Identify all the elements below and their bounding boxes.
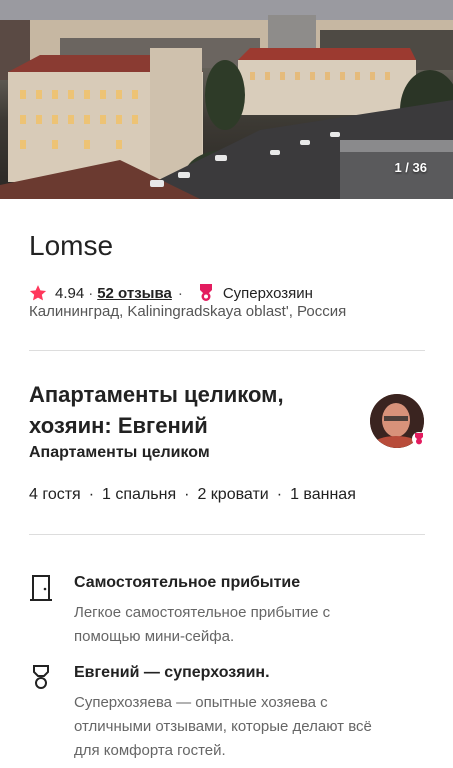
host-subtitle: Апартаменты целиком [29, 444, 210, 461]
rating-row: 4.94 · 52 отзыва · Суперхозяин [29, 282, 313, 304]
medal-icon [33, 665, 49, 689]
separator: · [177, 284, 183, 302]
bathrooms-count: 1 ванная [290, 486, 356, 503]
divider [29, 534, 425, 535]
listing-title: Lomse [29, 230, 114, 261]
superhost-badge-icon [415, 433, 423, 445]
feature-description: Суперхозяева — опытные хозяева с отличны… [74, 694, 372, 759]
listing-location[interactable]: Калининград, Kaliningradskaya oblast', Р… [29, 303, 346, 320]
feature-description: Легкое самостоятельное прибытие с помощь… [74, 604, 331, 645]
rating-value: 4.94 [55, 284, 85, 302]
divider [29, 350, 425, 351]
separator: · [276, 486, 283, 503]
host-title: Апартаменты целиком, хозяин: Евгений [29, 382, 284, 438]
superhost-badge [412, 432, 426, 446]
superhost-medal-icon [199, 284, 212, 301]
separator: · [88, 486, 95, 503]
city-photo-image [0, 0, 453, 199]
feature-self-checkin: Самостоятельное прибытие Легкое самостоя… [29, 574, 429, 645]
superhost-label: Суперхозяин [222, 284, 313, 302]
reviews-link[interactable]: 52 отзыва [97, 285, 172, 302]
listing-photo[interactable]: 1 / 36 [0, 0, 453, 199]
feature-title: Евгений — суперхозяин. [74, 664, 270, 681]
door-icon [30, 575, 52, 601]
separator: · [184, 486, 190, 503]
separator: · [88, 284, 94, 302]
feature-superhost: Евгений — суперхозяин. Суперхозяева — оп… [29, 664, 429, 764]
photo-counter: 1 / 36 [394, 160, 427, 175]
star-icon [29, 285, 47, 301]
bedrooms-count: 1 спальня [102, 486, 177, 503]
beds-count: 2 кровати [197, 486, 269, 503]
host-avatar[interactable] [370, 394, 426, 448]
feature-title: Самостоятельное прибытие [74, 574, 301, 591]
guests-count: 4 гостя [29, 486, 81, 503]
listing-details: 4 гостя · 1 спальня · 2 кровати · 1 ванн… [29, 486, 356, 504]
